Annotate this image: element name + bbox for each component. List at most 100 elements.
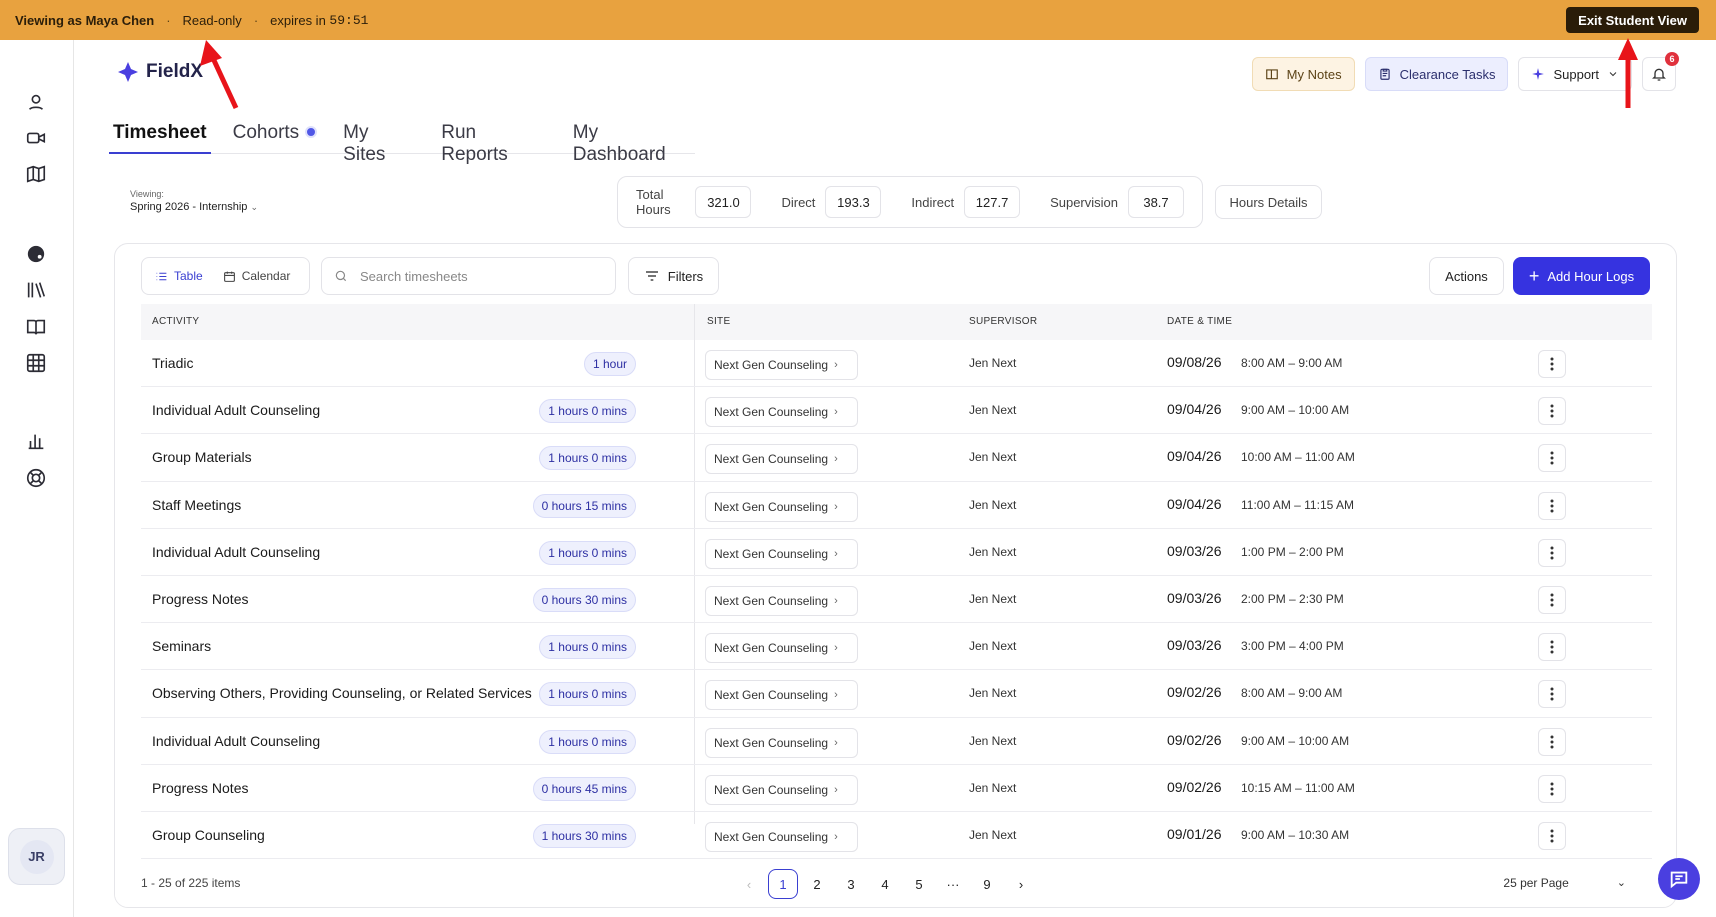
page-button[interactable]: 5: [904, 869, 934, 899]
calendar-view-button[interactable]: Calendar: [213, 261, 301, 291]
chat-support-button[interactable]: [1658, 858, 1700, 900]
activity-name: Group Materials: [152, 449, 252, 466]
chevron-right-icon: ›: [834, 783, 838, 796]
table-row[interactable]: Individual Adult Counseling 1 hours 0 min…: [141, 529, 1652, 576]
site-link[interactable]: Next Gen Counseling ›: [705, 491, 858, 522]
supervision-hours-value: 38.7: [1128, 186, 1184, 218]
grid-icon[interactable]: [24, 351, 48, 375]
row-menu-button[interactable]: [1538, 774, 1566, 803]
table-row[interactable]: Individual Adult Counseling 1 hours 0 min…: [141, 387, 1652, 435]
page-button[interactable]: 9: [972, 869, 1002, 899]
table-row[interactable]: Progress Notes 0 hours 45 mins Next Gen Co…: [141, 765, 1652, 812]
pagination: 1 - 25 of 225 items ‹ 1 2 3 4 5 ··· 9 › 25 per …: [115, 864, 1676, 904]
more-vertical-icon: [1550, 499, 1554, 513]
column-supervisor[interactable]: SUPERVISOR: [969, 316, 1037, 327]
video-icon[interactable]: [24, 126, 48, 150]
notifications-button[interactable]: 6: [1642, 52, 1679, 91]
clearance-tasks-button[interactable]: Clearance Tasks: [1364, 57, 1509, 91]
chevron-right-icon: ›: [834, 689, 838, 702]
table-row[interactable]: Progress Notes 0 hours 30 mins Next Gen Co…: [141, 576, 1652, 624]
more-vertical-icon: [1550, 451, 1554, 465]
chevron-right-icon: ›: [834, 736, 838, 749]
site-link[interactable]: Next Gen Counseling ›: [705, 444, 858, 475]
site-link[interactable]: Next Gen Counseling ›: [705, 350, 858, 380]
per-page-select[interactable]: 25 per Page ⌄: [1503, 876, 1626, 890]
page-list: ‹ 1 2 3 4 5 ··· 9 ›: [734, 869, 1036, 899]
column-date-time[interactable]: DATE & TIME: [1167, 316, 1232, 327]
page-button[interactable]: 3: [836, 869, 866, 899]
actions-button[interactable]: Actions: [1429, 257, 1504, 295]
site-name: Next Gen Counseling: [714, 829, 829, 844]
table-row[interactable]: Group Counseling 1 hours 30 mins Next Gen …: [141, 812, 1652, 860]
row-menu-button[interactable]: [1538, 491, 1566, 520]
term-selector[interactable]: Viewing: Spring 2026 - Internship ⌄: [130, 189, 258, 213]
my-notes-button[interactable]: My Notes: [1251, 57, 1355, 91]
tab-timesheet[interactable]: Timesheet: [109, 112, 211, 154]
add-hour-logs-button[interactable]: + Add Hour Logs: [1513, 257, 1650, 295]
entry-date: 09/03/26: [1167, 589, 1222, 606]
row-menu-button[interactable]: [1538, 444, 1566, 473]
filters-button[interactable]: Filters: [628, 257, 719, 295]
tab-my-dashboard[interactable]: My Dashboard: [573, 112, 695, 165]
activity-name: Progress Notes: [152, 590, 249, 607]
next-page-icon[interactable]: ›: [1006, 869, 1036, 899]
page-button[interactable]: 2: [802, 869, 832, 899]
table-row[interactable]: Individual Adult Counseling 1 hours 0 min…: [141, 718, 1652, 765]
page-button[interactable]: 4: [870, 869, 900, 899]
table-row[interactable]: Observing Others, Providing Counseling, …: [141, 670, 1652, 718]
prev-page-icon[interactable]: ‹: [734, 869, 764, 899]
tab-my-sites[interactable]: My Sites: [343, 112, 415, 165]
site-link[interactable]: Next Gen Counseling ›: [705, 821, 858, 852]
row-menu-button[interactable]: [1538, 633, 1566, 662]
column-activity[interactable]: ACTIVITY: [152, 316, 199, 327]
exit-student-view-button[interactable]: Exit Student View: [1566, 7, 1699, 33]
site-name: Next Gen Counseling: [714, 546, 829, 561]
tab-cohorts[interactable]: Cohorts: [233, 112, 318, 153]
site-link[interactable]: Next Gen Counseling ›: [705, 774, 858, 805]
column-site[interactable]: SITE: [707, 316, 730, 327]
help-lifebuoy-icon[interactable]: [24, 466, 48, 490]
more-vertical-icon: [1550, 357, 1554, 371]
site-link[interactable]: Next Gen Counseling ›: [705, 397, 858, 428]
site-link[interactable]: Next Gen Counseling ›: [705, 585, 858, 616]
row-menu-button[interactable]: [1538, 727, 1566, 756]
user-avatar[interactable]: JR: [8, 828, 65, 885]
entry-date: 09/03/26: [1167, 542, 1222, 559]
bar-chart-icon[interactable]: [24, 429, 48, 453]
row-menu-button[interactable]: [1538, 538, 1566, 567]
table-row[interactable]: Group Materials 1 hours 0 mins Next Gen Co…: [141, 434, 1652, 482]
entry-date: 09/01/26: [1167, 825, 1222, 842]
site-link[interactable]: Next Gen Counseling ›: [705, 633, 858, 664]
page-button[interactable]: 1: [768, 869, 798, 899]
row-menu-button[interactable]: [1538, 350, 1566, 378]
table-view-button[interactable]: Table: [145, 261, 213, 291]
search-input[interactable]: Search timesheets: [321, 257, 616, 295]
row-menu-button[interactable]: [1538, 821, 1566, 850]
map-icon[interactable]: [24, 162, 48, 186]
hours-summary: Total Hours 321.0 Direct 193.3 Indirect …: [617, 176, 1203, 228]
tab-run-reports[interactable]: Run Reports: [441, 112, 547, 165]
site-link[interactable]: Next Gen Counseling ›: [705, 680, 858, 711]
row-menu-button[interactable]: [1538, 397, 1566, 426]
total-hours-value: 321.0: [695, 186, 752, 218]
hours-details-button[interactable]: Hours Details: [1215, 185, 1322, 219]
table-row[interactable]: Staff Meetings 0 hours 15 mins Next Gen Co…: [141, 482, 1652, 529]
app-logo[interactable]: FieldX: [116, 60, 203, 84]
support-dropdown[interactable]: Support: [1518, 57, 1632, 91]
duration-badge: 0 hours 15 mins: [532, 493, 636, 518]
row-menu-button[interactable]: [1538, 680, 1566, 709]
site-link[interactable]: Next Gen Counseling ›: [705, 727, 858, 758]
term-value: Spring 2026 - Internship: [130, 201, 248, 213]
book-icon[interactable]: [24, 315, 48, 339]
supervisor-name: Jen Next: [969, 450, 1017, 465]
library-icon[interactable]: [24, 278, 48, 302]
palette-icon[interactable]: [24, 242, 48, 266]
page-ellipsis: ···: [946, 876, 960, 892]
row-menu-button[interactable]: [1538, 585, 1566, 614]
location-icon[interactable]: [24, 90, 48, 114]
entry-time: 10:00 AM – 11:00 AM: [1241, 450, 1355, 465]
table-row[interactable]: Triadic 1 hour Next Gen Counseling › Jen Nex…: [141, 340, 1652, 388]
table-row[interactable]: Seminars 1 hours 0 mins Next Gen Counselin…: [141, 623, 1652, 671]
site-link[interactable]: Next Gen Counseling ›: [705, 538, 858, 569]
pagination-summary: 1 - 25 of 225 items: [141, 876, 241, 890]
